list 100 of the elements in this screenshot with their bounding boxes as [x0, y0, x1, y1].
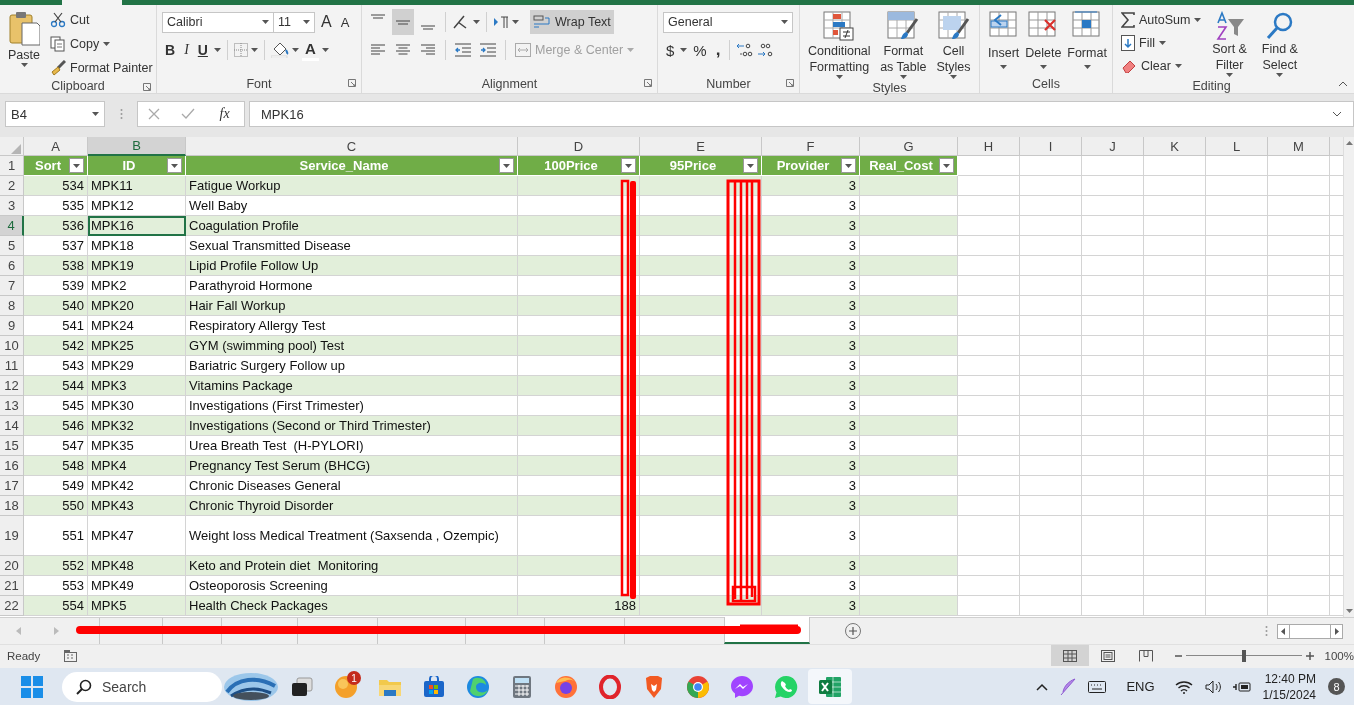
- table-cell[interactable]: MPK32: [88, 416, 186, 436]
- column-header[interactable]: E: [640, 137, 762, 156]
- row-header[interactable]: 10: [0, 336, 24, 356]
- column-header[interactable]: K: [1144, 137, 1206, 156]
- bold-button[interactable]: B: [162, 39, 179, 61]
- column-header[interactable]: G: [860, 137, 958, 156]
- filter-button[interactable]: [743, 158, 758, 173]
- row-header[interactable]: 5: [0, 236, 24, 256]
- table-cell[interactable]: MPK19: [88, 256, 186, 276]
- cells-button[interactable]: Delete: [1022, 9, 1065, 75]
- search-field[interactable]: Search: [62, 671, 222, 702]
- row-header[interactable]: 8: [0, 296, 24, 316]
- table-cell[interactable]: MPK48: [88, 556, 186, 576]
- table-cell[interactable]: MPK20: [88, 296, 186, 316]
- row-header[interactable]: 3: [0, 196, 24, 216]
- column-header[interactable]: I: [1020, 137, 1082, 156]
- filter-button[interactable]: [939, 158, 954, 173]
- increase-font-button[interactable]: A: [318, 11, 335, 33]
- filter-button[interactable]: [69, 158, 84, 173]
- row-header[interactable]: 1: [0, 156, 24, 176]
- font-color-button[interactable]: A: [301, 39, 319, 61]
- table-cell: [1020, 396, 1082, 416]
- zoom-level[interactable]: 100%: [1324, 649, 1354, 662]
- row-header[interactable]: 15: [0, 436, 24, 456]
- copy-button[interactable]: Copy: [47, 33, 156, 55]
- filter-button[interactable]: [499, 158, 514, 173]
- column-header[interactable]: F: [762, 137, 860, 156]
- style-button[interactable]: Format as Table: [873, 9, 933, 81]
- table-cell: [958, 196, 1020, 216]
- view-button[interactable]: [1050, 645, 1089, 666]
- table-cell: [1020, 336, 1082, 356]
- clock[interactable]: 12:40 PM 1/15/2024: [1262, 670, 1316, 703]
- number-format-field[interactable]: General: [663, 11, 793, 33]
- filter-button[interactable]: [841, 158, 856, 173]
- table-cell: [1206, 556, 1268, 576]
- table-cell: [1020, 496, 1082, 516]
- scrollbar[interactable]: [1277, 623, 1343, 639]
- italic-button[interactable]: I: [181, 39, 192, 61]
- row-header[interactable]: 13: [0, 396, 24, 416]
- row-header[interactable]: 14: [0, 416, 24, 436]
- currency-button[interactable]: $: [663, 39, 678, 61]
- zoom-slider[interactable]: [1241, 649, 1246, 662]
- row-header[interactable]: 22: [0, 596, 24, 616]
- row-header[interactable]: 12: [0, 376, 24, 396]
- style-button[interactable]: Conditional Formatting: [805, 9, 874, 81]
- underline-button[interactable]: U: [194, 39, 211, 61]
- name-box[interactable]: B4: [5, 101, 105, 127]
- decrease-font-button[interactable]: A: [337, 11, 353, 33]
- table-cell[interactable]: MPK16: [88, 216, 186, 236]
- table-cell[interactable]: MPK43: [88, 496, 186, 516]
- insert-function-button[interactable]: fx: [215, 106, 234, 122]
- taskbar-app[interactable]: 1: [324, 669, 368, 704]
- table-cell[interactable]: MPK4: [88, 456, 186, 476]
- row-header[interactable]: 7: [0, 276, 24, 296]
- column-header[interactable]: C: [186, 137, 518, 156]
- clear-button[interactable]: Clear: [1118, 55, 1205, 77]
- column-header[interactable]: H: [958, 137, 1020, 156]
- wrap-text-button[interactable]: Wrap Text: [530, 10, 614, 34]
- comma-button[interactable]: ,: [712, 39, 724, 61]
- font-size-field[interactable]: 11: [273, 11, 315, 33]
- filter-button[interactable]: [167, 158, 182, 173]
- paste-button[interactable]: Paste: [5, 9, 43, 79]
- row-header[interactable]: 19: [0, 516, 24, 556]
- find-select-button[interactable]: Find & Select: [1254, 9, 1305, 79]
- row-header[interactable]: 18: [0, 496, 24, 516]
- table-cell[interactable]: MPK3: [88, 376, 186, 396]
- autosum-button[interactable]: AutoSum: [1118, 9, 1205, 31]
- style-button[interactable]: Cell Styles: [933, 9, 974, 81]
- sort-filter-button[interactable]: Sort & Filter: [1206, 9, 1253, 79]
- font-name-field[interactable]: Calibri: [162, 11, 274, 33]
- column-header[interactable]: D: [518, 137, 640, 156]
- column-header[interactable]: M: [1268, 137, 1330, 156]
- format-painter-button[interactable]: Format Painter: [47, 57, 156, 79]
- cut-button[interactable]: Cut: [47, 9, 156, 31]
- row-header[interactable]: 20: [0, 556, 24, 576]
- column-header[interactable]: A: [24, 137, 88, 156]
- language-indicator[interactable]: ENG: [1126, 679, 1155, 694]
- row-header[interactable]: 9: [0, 316, 24, 336]
- select-all-button[interactable]: [0, 137, 24, 156]
- row-header[interactable]: 2: [0, 176, 24, 196]
- column-header[interactable]: L: [1206, 137, 1268, 156]
- percent-button[interactable]: %: [690, 39, 710, 61]
- notification-badge[interactable]: 8: [1328, 678, 1345, 695]
- column-header[interactable]: B: [88, 137, 186, 156]
- row-header[interactable]: 16: [0, 456, 24, 476]
- row-header[interactable]: 17: [0, 476, 24, 496]
- table-cell[interactable]: MPK5: [88, 596, 186, 616]
- row-header[interactable]: 21: [0, 576, 24, 596]
- filter-button[interactable]: [621, 158, 636, 173]
- fill-button[interactable]: Fill: [1118, 32, 1205, 54]
- row-header[interactable]: 6: [0, 256, 24, 276]
- cells-button[interactable]: Format: [1064, 9, 1110, 75]
- align-button[interactable]: [392, 9, 414, 35]
- table-cell[interactable]: MPK11: [88, 176, 186, 196]
- row-header[interactable]: 11: [0, 356, 24, 376]
- table-cell[interactable]: MPK25: [88, 336, 186, 356]
- cells-button[interactable]: Insert: [985, 9, 1023, 75]
- formula-field[interactable]: MPK16: [249, 101, 1354, 127]
- row-header[interactable]: 4: [0, 216, 24, 236]
- column-header[interactable]: J: [1082, 137, 1144, 156]
